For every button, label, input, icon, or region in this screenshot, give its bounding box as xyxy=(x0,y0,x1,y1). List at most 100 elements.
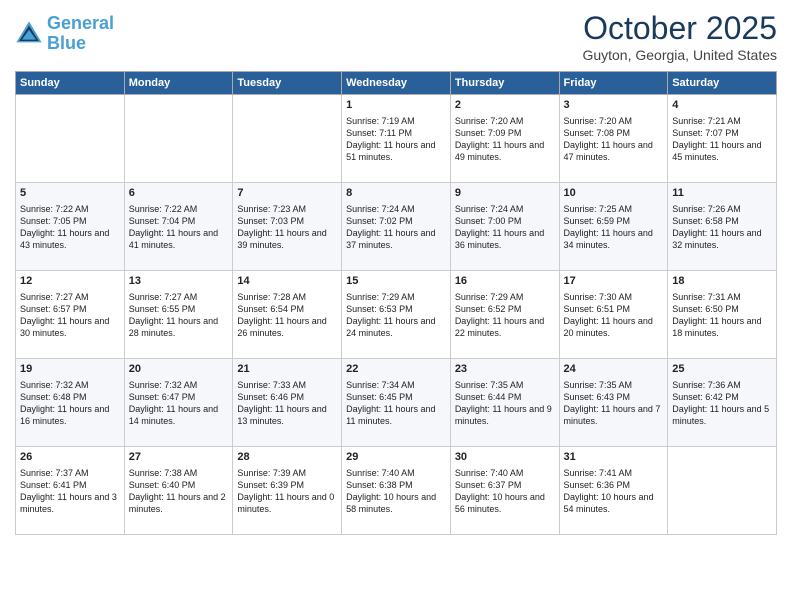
day-info: Sunrise: 7:22 AM Sunset: 7:04 PM Dayligh… xyxy=(129,203,229,252)
day-number: 24 xyxy=(564,362,664,377)
day-number: 19 xyxy=(20,362,120,377)
header-cell-saturday: Saturday xyxy=(668,72,777,95)
day-number: 11 xyxy=(672,186,772,201)
day-info: Sunrise: 7:20 AM Sunset: 7:09 PM Dayligh… xyxy=(455,115,555,164)
day-number: 23 xyxy=(455,362,555,377)
day-info: Sunrise: 7:29 AM Sunset: 6:52 PM Dayligh… xyxy=(455,291,555,340)
day-number: 16 xyxy=(455,274,555,289)
day-number: 18 xyxy=(672,274,772,289)
day-number: 5 xyxy=(20,186,120,201)
calendar-row: 26 Sunrise: 7:37 AM Sunset: 6:41 PM Dayli… xyxy=(16,447,777,535)
day-number: 30 xyxy=(455,450,555,465)
calendar-row: 1 Sunrise: 7:19 AM Sunset: 7:11 PM Daylig… xyxy=(16,95,777,183)
day-info: Sunrise: 7:35 AM Sunset: 6:44 PM Dayligh… xyxy=(455,379,555,428)
day-number: 14 xyxy=(237,274,337,289)
day-number: 4 xyxy=(672,98,772,113)
day-info: Sunrise: 7:27 AM Sunset: 6:57 PM Dayligh… xyxy=(20,291,120,340)
day-info: Sunrise: 7:23 AM Sunset: 7:03 PM Dayligh… xyxy=(237,203,337,252)
day-number: 12 xyxy=(20,274,120,289)
day-info: Sunrise: 7:32 AM Sunset: 6:48 PM Dayligh… xyxy=(20,379,120,428)
calendar-cell xyxy=(124,95,233,183)
day-number: 9 xyxy=(455,186,555,201)
day-number: 8 xyxy=(346,186,446,201)
day-info: Sunrise: 7:33 AM Sunset: 6:46 PM Dayligh… xyxy=(237,379,337,428)
header-cell-tuesday: Tuesday xyxy=(233,72,342,95)
logo-line1: General xyxy=(47,13,114,33)
day-info: Sunrise: 7:22 AM Sunset: 7:05 PM Dayligh… xyxy=(20,203,120,252)
day-info: Sunrise: 7:19 AM Sunset: 7:11 PM Dayligh… xyxy=(346,115,446,164)
calendar-cell: 28 Sunrise: 7:39 AM Sunset: 6:39 PM Dayli… xyxy=(233,447,342,535)
header-cell-monday: Monday xyxy=(124,72,233,95)
day-info: Sunrise: 7:29 AM Sunset: 6:53 PM Dayligh… xyxy=(346,291,446,340)
day-info: Sunrise: 7:39 AM Sunset: 6:39 PM Dayligh… xyxy=(237,467,337,516)
day-number: 20 xyxy=(129,362,229,377)
calendar-table: SundayMondayTuesdayWednesdayThursdayFrid… xyxy=(15,71,777,535)
header-cell-wednesday: Wednesday xyxy=(342,72,451,95)
day-info: Sunrise: 7:21 AM Sunset: 7:07 PM Dayligh… xyxy=(672,115,772,164)
header-row: SundayMondayTuesdayWednesdayThursdayFrid… xyxy=(16,72,777,95)
calendar-cell: 6 Sunrise: 7:22 AM Sunset: 7:04 PM Daylig… xyxy=(124,183,233,271)
calendar-row: 19 Sunrise: 7:32 AM Sunset: 6:48 PM Dayli… xyxy=(16,359,777,447)
header: General Blue October 2025 Guyton, Georgi… xyxy=(15,10,777,63)
day-info: Sunrise: 7:24 AM Sunset: 7:02 PM Dayligh… xyxy=(346,203,446,252)
day-info: Sunrise: 7:25 AM Sunset: 6:59 PM Dayligh… xyxy=(564,203,664,252)
header-cell-friday: Friday xyxy=(559,72,668,95)
calendar-cell: 3Sunrise: 7:20 AM Sunset: 7:08 PM Daylig… xyxy=(559,95,668,183)
calendar-cell: 5 Sunrise: 7:22 AM Sunset: 7:05 PM Daylig… xyxy=(16,183,125,271)
day-number: 28 xyxy=(237,450,337,465)
calendar-cell: 22Sunrise: 7:34 AM Sunset: 6:45 PM Dayli… xyxy=(342,359,451,447)
header-cell-sunday: Sunday xyxy=(16,72,125,95)
calendar-cell xyxy=(233,95,342,183)
day-info: Sunrise: 7:34 AM Sunset: 6:45 PM Dayligh… xyxy=(346,379,446,428)
day-number: 2 xyxy=(455,98,555,113)
calendar-cell: 24Sunrise: 7:35 AM Sunset: 6:43 PM Dayli… xyxy=(559,359,668,447)
day-info: Sunrise: 7:36 AM Sunset: 6:42 PM Dayligh… xyxy=(672,379,772,428)
calendar-cell: 1 Sunrise: 7:19 AM Sunset: 7:11 PM Daylig… xyxy=(342,95,451,183)
calendar-row: 5 Sunrise: 7:22 AM Sunset: 7:05 PM Daylig… xyxy=(16,183,777,271)
calendar-cell: 14 Sunrise: 7:28 AM Sunset: 6:54 PM Dayli… xyxy=(233,271,342,359)
title-block: October 2025 Guyton, Georgia, United Sta… xyxy=(582,10,777,63)
day-info: Sunrise: 7:37 AM Sunset: 6:41 PM Dayligh… xyxy=(20,467,120,516)
calendar-cell: 25 Sunrise: 7:36 AM Sunset: 6:42 PM Dayli… xyxy=(668,359,777,447)
day-info: Sunrise: 7:26 AM Sunset: 6:58 PM Dayligh… xyxy=(672,203,772,252)
day-number: 7 xyxy=(237,186,337,201)
calendar-cell: 31Sunrise: 7:41 AM Sunset: 6:36 PM Dayli… xyxy=(559,447,668,535)
day-info: Sunrise: 7:30 AM Sunset: 6:51 PM Dayligh… xyxy=(564,291,664,340)
day-number: 6 xyxy=(129,186,229,201)
day-number: 1 xyxy=(346,98,446,113)
day-number: 27 xyxy=(129,450,229,465)
calendar-cell: 10 Sunrise: 7:25 AM Sunset: 6:59 PM Dayli… xyxy=(559,183,668,271)
calendar-cell: 11 Sunrise: 7:26 AM Sunset: 6:58 PM Dayli… xyxy=(668,183,777,271)
calendar-cell: 23 Sunrise: 7:35 AM Sunset: 6:44 PM Dayli… xyxy=(450,359,559,447)
calendar-cell: 4 Sunrise: 7:21 AM Sunset: 7:07 PM Daylig… xyxy=(668,95,777,183)
day-number: 25 xyxy=(672,362,772,377)
logo: General Blue xyxy=(15,14,114,54)
day-number: 31 xyxy=(564,450,664,465)
day-number: 26 xyxy=(20,450,120,465)
day-info: Sunrise: 7:38 AM Sunset: 6:40 PM Dayligh… xyxy=(129,467,229,516)
calendar-cell: 12 Sunrise: 7:27 AM Sunset: 6:57 PM Dayli… xyxy=(16,271,125,359)
calendar-cell xyxy=(668,447,777,535)
day-number: 21 xyxy=(237,362,337,377)
calendar-cell: 30Sunrise: 7:40 AM Sunset: 6:37 PM Dayli… xyxy=(450,447,559,535)
day-number: 10 xyxy=(564,186,664,201)
calendar-cell: 13Sunrise: 7:27 AM Sunset: 6:55 PM Dayli… xyxy=(124,271,233,359)
calendar-row: 12 Sunrise: 7:27 AM Sunset: 6:57 PM Dayli… xyxy=(16,271,777,359)
calendar-cell: 18 Sunrise: 7:31 AM Sunset: 6:50 PM Dayli… xyxy=(668,271,777,359)
day-info: Sunrise: 7:31 AM Sunset: 6:50 PM Dayligh… xyxy=(672,291,772,340)
calendar-cell: 8 Sunrise: 7:24 AM Sunset: 7:02 PM Daylig… xyxy=(342,183,451,271)
page: General Blue October 2025 Guyton, Georgi… xyxy=(0,0,792,612)
header-cell-thursday: Thursday xyxy=(450,72,559,95)
day-info: Sunrise: 7:40 AM Sunset: 6:38 PM Dayligh… xyxy=(346,467,446,516)
day-number: 15 xyxy=(346,274,446,289)
calendar-cell: 9Sunrise: 7:24 AM Sunset: 7:00 PM Daylig… xyxy=(450,183,559,271)
calendar-cell: 29Sunrise: 7:40 AM Sunset: 6:38 PM Dayli… xyxy=(342,447,451,535)
calendar-cell: 2 Sunrise: 7:20 AM Sunset: 7:09 PM Daylig… xyxy=(450,95,559,183)
day-number: 17 xyxy=(564,274,664,289)
day-info: Sunrise: 7:28 AM Sunset: 6:54 PM Dayligh… xyxy=(237,291,337,340)
day-number: 13 xyxy=(129,274,229,289)
calendar-cell: 21 Sunrise: 7:33 AM Sunset: 6:46 PM Dayli… xyxy=(233,359,342,447)
month-title: October 2025 xyxy=(582,10,777,47)
calendar-cell: 26 Sunrise: 7:37 AM Sunset: 6:41 PM Dayli… xyxy=(16,447,125,535)
logo-text: General Blue xyxy=(47,14,114,54)
